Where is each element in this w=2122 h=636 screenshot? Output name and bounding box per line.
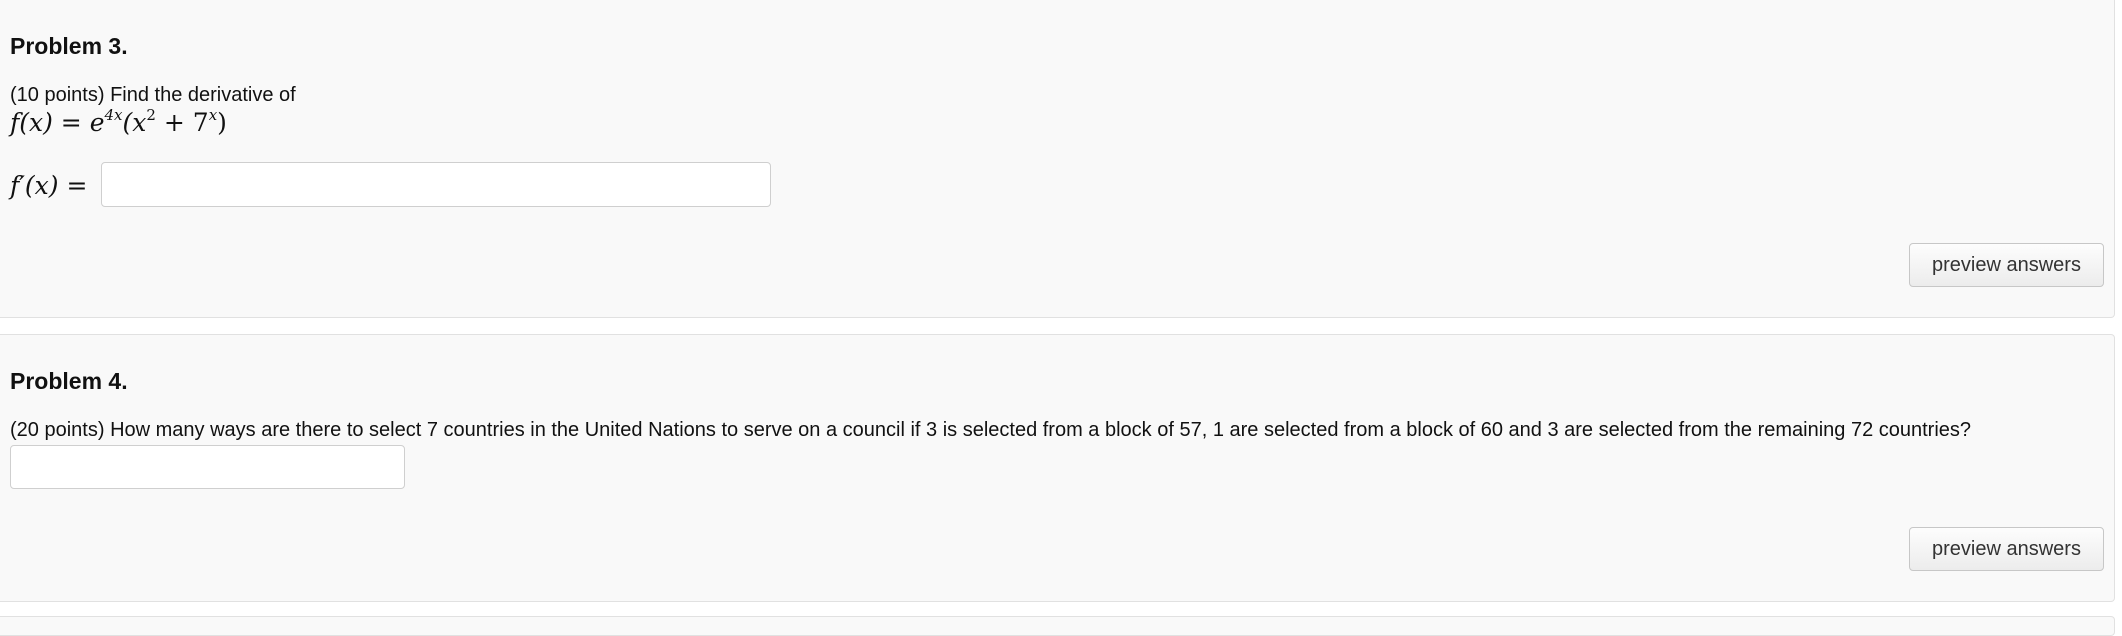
function-lhs: f(x) = — [10, 108, 82, 137]
function-x-exponent: 2 — [146, 106, 156, 124]
problem-3-title: Problem 3. — [10, 33, 128, 59]
problem-4-points: (20 points) — [10, 419, 105, 441]
function-seven-exponent: x — [208, 106, 218, 124]
function-base-exponent: 4x — [104, 106, 123, 124]
function-paren-close: ) — [217, 108, 227, 137]
problem-4-prompt-text: How many ways are there to select 7 coun… — [110, 419, 1972, 441]
problem-3-function: f(x) = e4x(x2 + 7x) — [10, 106, 227, 138]
problem-3-points: (10 points) — [10, 84, 105, 106]
problem-3-card: Problem 3. (10 points) Find the derivati… — [0, 0, 2115, 318]
next-problem-card-edge — [0, 616, 2115, 636]
problem-3-answer-input[interactable] — [101, 162, 771, 207]
problem-4-answer-input[interactable] — [10, 445, 405, 489]
problem-3-preview-answers-button[interactable]: preview answers — [1909, 243, 2104, 287]
function-paren-open: (x — [122, 108, 147, 137]
function-base: e — [89, 108, 105, 137]
problem-4-title: Problem 4. — [10, 368, 128, 394]
problem-4-card: Problem 4. (20 points) How many ways are… — [0, 334, 2115, 602]
derivative-label: f′(x) = — [10, 171, 88, 200]
problem-4-prompt: (20 points) How many ways are there to s… — [10, 418, 1971, 442]
problem-3-prompt-text: Find the derivative of — [110, 84, 296, 106]
problem-3-prompt: (10 points) Find the derivative of — [10, 83, 296, 107]
problem-4-preview-answers-button[interactable]: preview answers — [1909, 527, 2104, 571]
function-plus-seven: + 7 — [163, 108, 209, 137]
